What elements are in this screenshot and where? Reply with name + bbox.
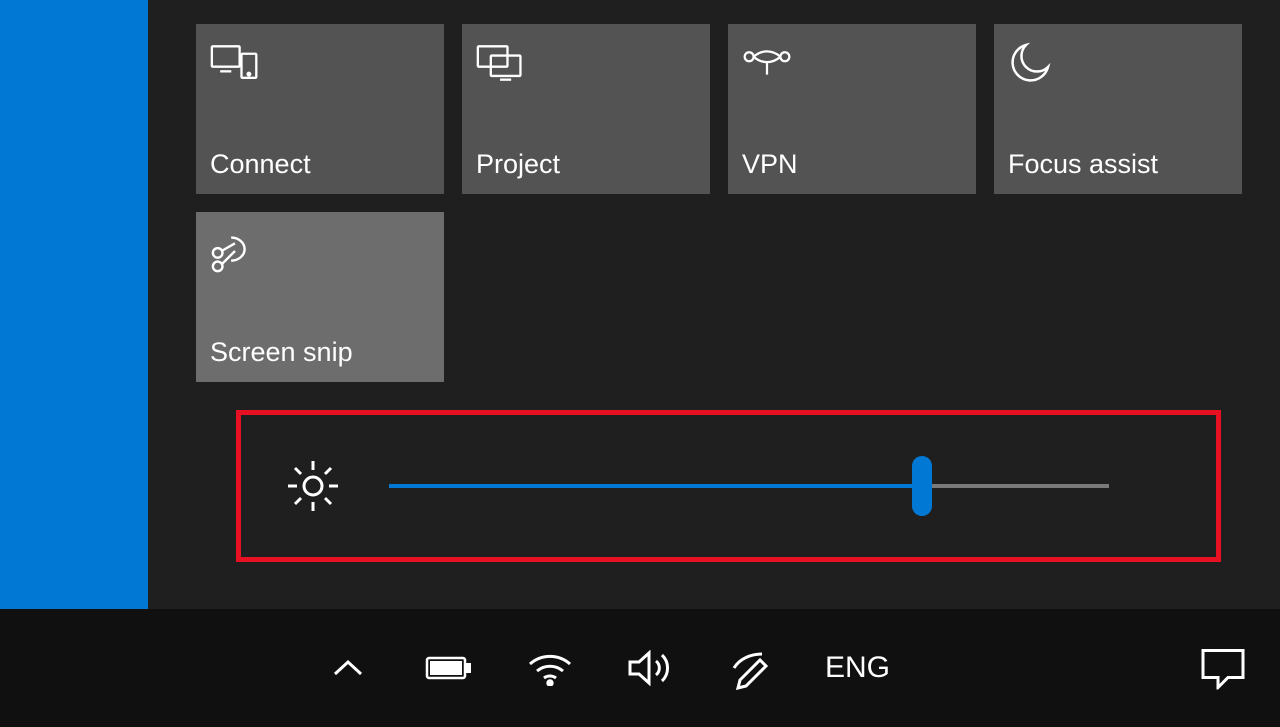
system-tray: ENG	[320, 609, 890, 727]
vpn-icon	[742, 42, 792, 84]
tray-overflow-chevron-icon[interactable]	[320, 641, 375, 696]
project-icon	[476, 42, 526, 84]
quick-action-tiles: Connect Project	[196, 24, 1242, 382]
slider-fill	[389, 484, 922, 488]
brightness-slider[interactable]	[389, 484, 1109, 488]
wifi-icon[interactable]	[522, 641, 577, 696]
language-indicator[interactable]: ENG	[825, 651, 890, 685]
slider-thumb[interactable]	[912, 456, 932, 516]
project-tile[interactable]: Project	[462, 24, 710, 194]
moon-icon	[1008, 42, 1058, 84]
brightness-slider-highlight	[236, 410, 1221, 562]
tile-label: VPN	[742, 149, 962, 180]
action-center-panel: Connect Project	[148, 0, 1280, 609]
battery-icon[interactable]	[421, 641, 476, 696]
pen-icon[interactable]	[724, 641, 779, 696]
tile-label: Focus assist	[1008, 149, 1228, 180]
tile-label: Project	[476, 149, 696, 180]
action-center-icon[interactable]	[1195, 641, 1250, 696]
desktop-edge	[0, 0, 148, 609]
focus-assist-tile[interactable]: Focus assist	[994, 24, 1242, 194]
connect-tile[interactable]: Connect	[196, 24, 444, 194]
tile-label: Connect	[210, 149, 430, 180]
brightness-icon	[285, 458, 341, 514]
tile-label: Screen snip	[210, 337, 430, 368]
screen-snip-tile[interactable]: Screen snip	[196, 212, 444, 382]
taskbar: ENG	[0, 609, 1280, 727]
connect-icon	[210, 42, 260, 84]
volume-icon[interactable]	[623, 641, 678, 696]
screen-snip-icon	[210, 230, 260, 272]
vpn-tile[interactable]: VPN	[728, 24, 976, 194]
